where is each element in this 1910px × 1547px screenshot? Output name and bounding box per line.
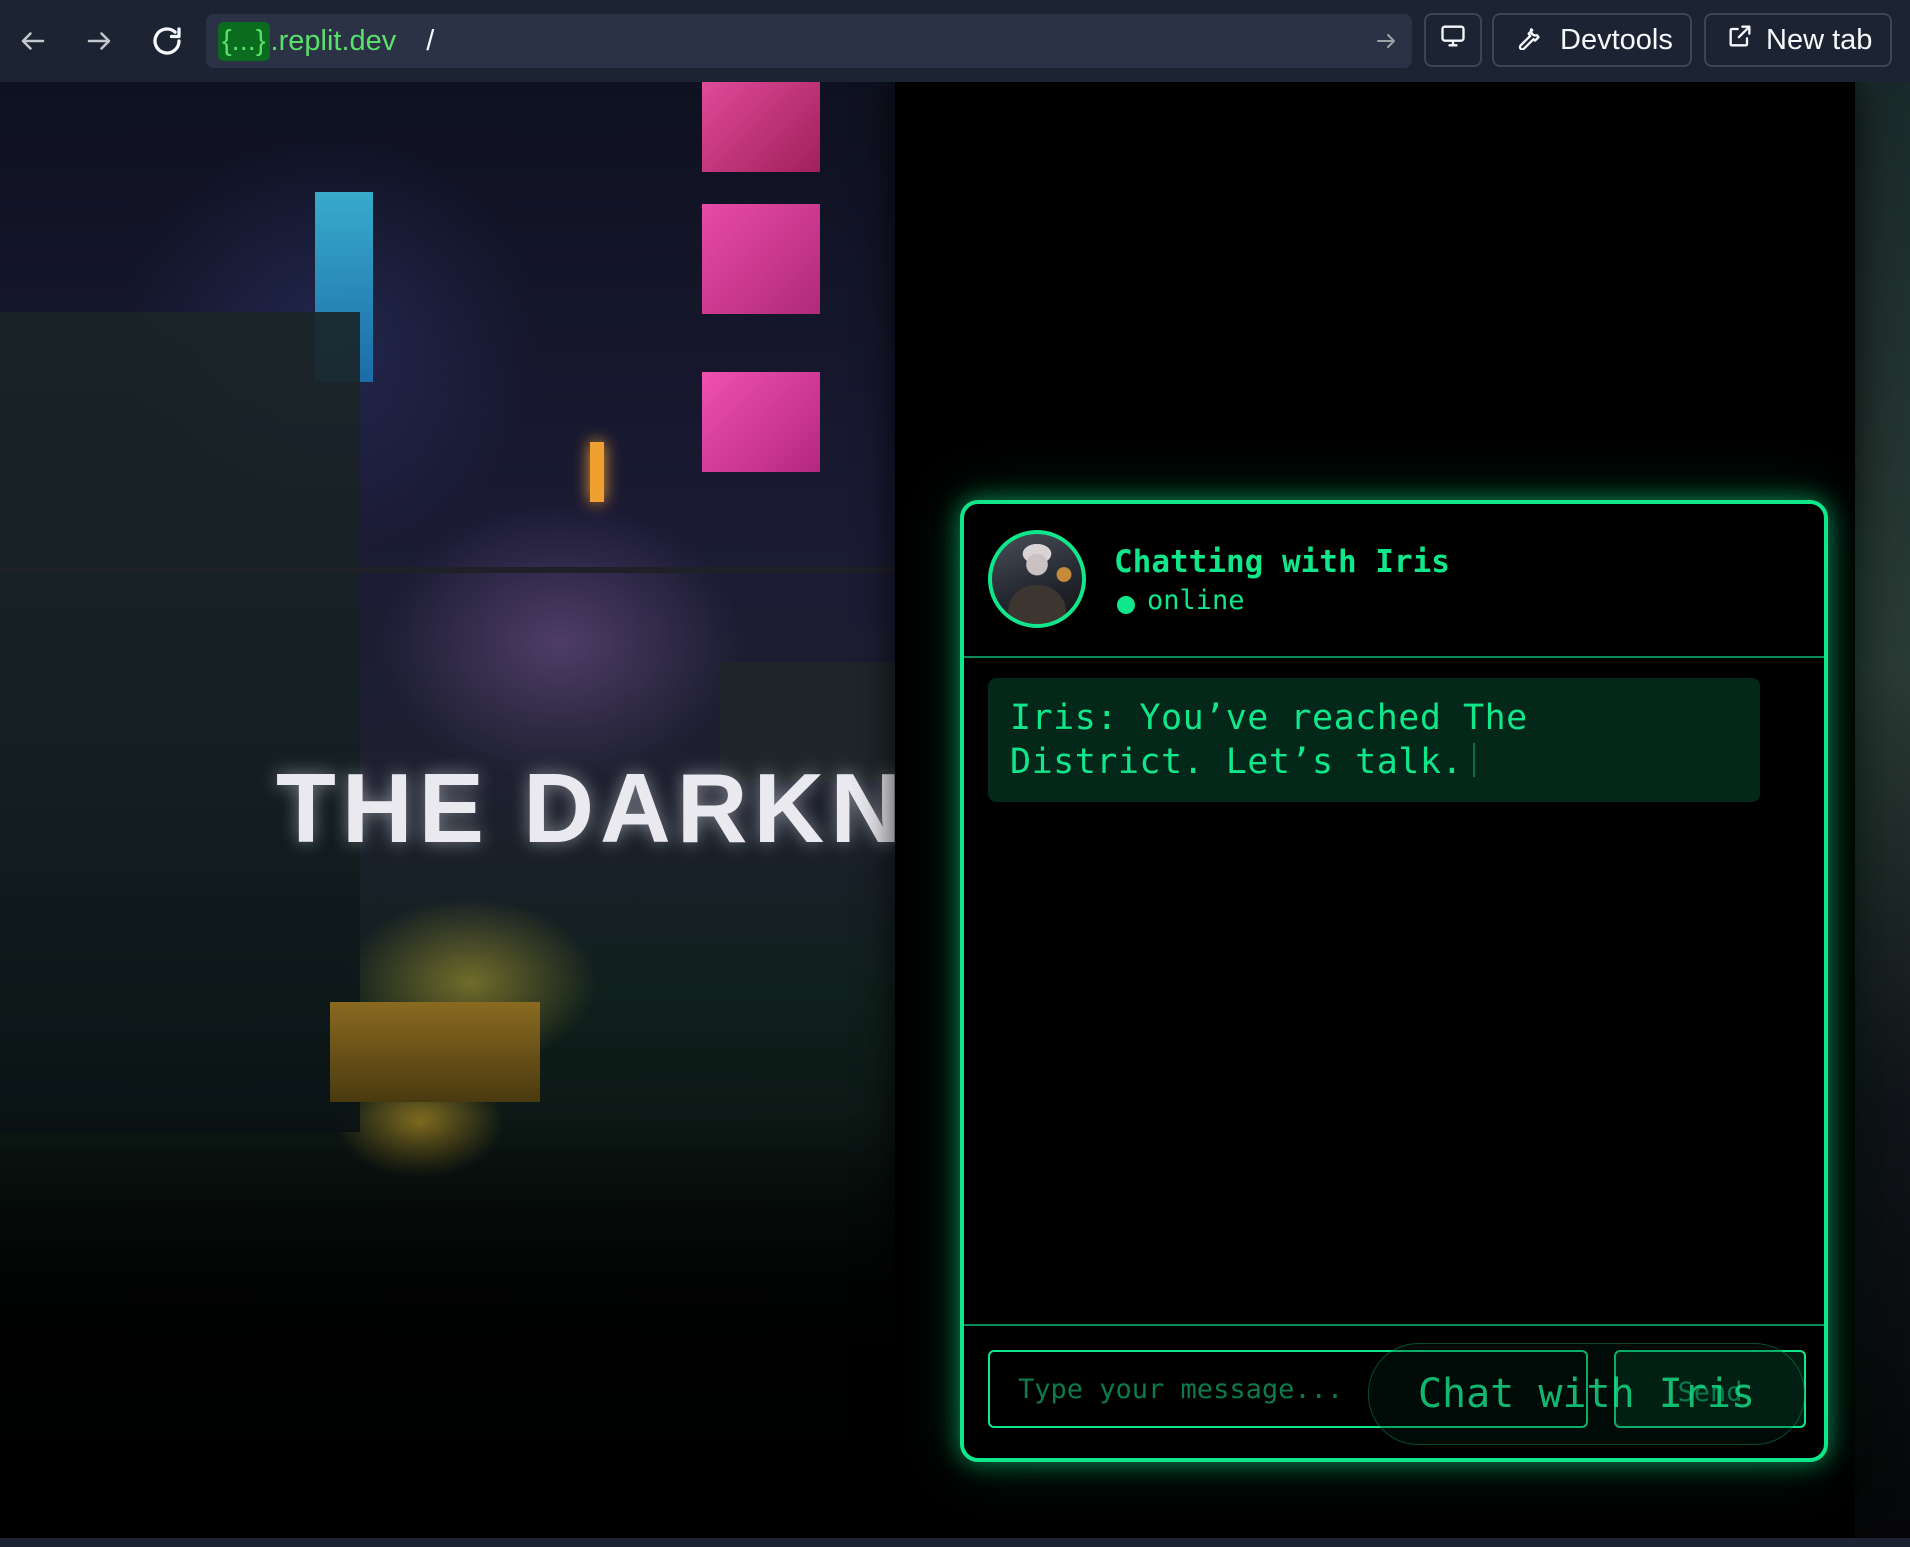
message-text: Iris: You’ve reached The District. Let’s… bbox=[1010, 698, 1528, 782]
street-light bbox=[590, 442, 604, 502]
message-bubble: Iris: You’ve reached The District. Let’s… bbox=[988, 678, 1760, 802]
hero-title: THE DARKN bbox=[276, 753, 908, 863]
background-right-strip bbox=[1855, 82, 1910, 1547]
screen-toggle-button[interactable] bbox=[1424, 13, 1482, 67]
avatar bbox=[988, 530, 1086, 628]
neon-billboard-1 bbox=[702, 82, 820, 172]
devtools-button[interactable]: Devtools bbox=[1492, 13, 1692, 67]
neon-billboard-3 bbox=[702, 372, 820, 472]
neon-billboard-2 bbox=[702, 204, 820, 314]
container-stack-left bbox=[0, 312, 360, 1132]
go-arrow-icon[interactable] bbox=[1374, 22, 1398, 68]
url-path: / bbox=[426, 24, 435, 57]
message-list: Iris: You’ve reached The District. Let’s… bbox=[964, 656, 1824, 1324]
chat-header: Chatting with Iris online bbox=[964, 504, 1824, 658]
url-chip: {...} bbox=[218, 21, 270, 61]
url-domain: .replit.dev bbox=[270, 24, 397, 57]
external-link-icon bbox=[1726, 22, 1754, 58]
status-dot-icon bbox=[1117, 596, 1135, 614]
devtools-label: Devtools bbox=[1560, 23, 1673, 56]
railing-bar bbox=[0, 567, 895, 573]
page-viewport: THE DARKN Chatting with Iris online Iris… bbox=[0, 82, 1910, 1547]
bottom-bar bbox=[0, 1538, 1910, 1547]
lit-container bbox=[330, 1002, 540, 1102]
chat-with-iris-button[interactable]: Chat with Iris bbox=[1368, 1343, 1805, 1445]
forward-arrow-icon[interactable] bbox=[76, 18, 122, 64]
status-text: online bbox=[1147, 585, 1245, 616]
chat-window: Chatting with Iris online Iris: You’ve r… bbox=[960, 500, 1828, 1462]
wrench-icon bbox=[1514, 22, 1542, 58]
browser-toolbar: {...} .replit.dev / Devtools New tab bbox=[0, 0, 1910, 83]
new-tab-button[interactable]: New tab bbox=[1704, 13, 1892, 67]
text-caret bbox=[1473, 743, 1476, 777]
chat-title: Chatting with Iris bbox=[1114, 544, 1450, 580]
new-tab-label: New tab bbox=[1766, 23, 1873, 56]
url-bar[interactable]: {...} .replit.dev / bbox=[206, 14, 1412, 68]
reload-icon[interactable] bbox=[144, 18, 190, 64]
back-arrow-icon[interactable] bbox=[10, 18, 56, 64]
monitor-icon bbox=[1439, 22, 1467, 58]
